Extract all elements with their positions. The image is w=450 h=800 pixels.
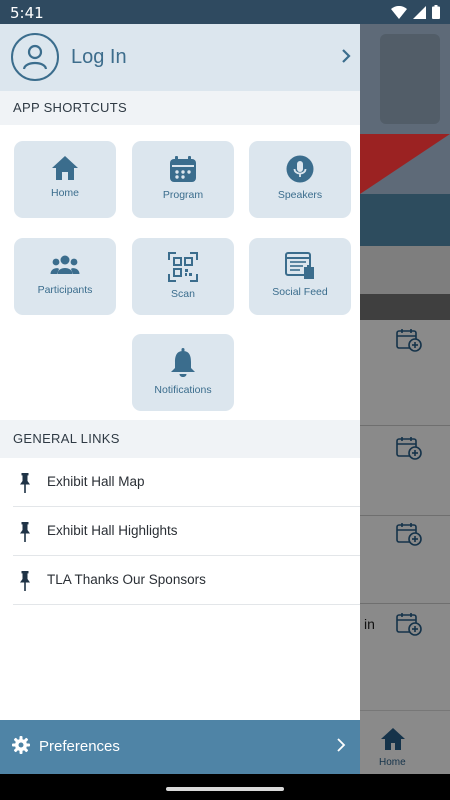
link-exhibit-hall-map[interactable]: Exhibit Hall Map: [13, 458, 360, 507]
shortcut-label: Speakers: [277, 189, 323, 201]
avatar: [11, 33, 59, 81]
social-feed-icon: [285, 252, 314, 279]
battery-icon: [432, 5, 440, 19]
qr-scan-icon: [168, 252, 198, 282]
shortcut-social-feed[interactable]: Social Feed: [249, 238, 351, 315]
background-nav-home-label: Home: [379, 757, 406, 768]
shortcut-label: Participants: [37, 284, 93, 296]
shortcut-notifications[interactable]: Notifications: [132, 334, 234, 411]
link-tla-thanks-sponsors[interactable]: TLA Thanks Our Sponsors: [13, 556, 360, 605]
calendar-icon: [170, 156, 196, 182]
bell-icon: [171, 348, 195, 377]
chevron-right-icon: [342, 49, 351, 63]
chevron-right-icon: [337, 738, 346, 752]
shortcut-home[interactable]: Home: [14, 141, 116, 218]
link-label: Exhibit Hall Highlights: [47, 523, 178, 538]
add-to-calendar-icon: [396, 437, 422, 460]
shortcut-program[interactable]: Program: [132, 141, 234, 218]
general-links-title: GENERAL LINKS: [0, 420, 360, 458]
background-session-row: in: [360, 604, 450, 710]
status-icons: [391, 5, 440, 19]
microphone-icon: [286, 155, 314, 183]
background-session-row: [360, 426, 450, 516]
gear-icon: [12, 736, 30, 754]
pin-icon: [20, 571, 30, 591]
signal-icon: [413, 5, 426, 19]
shortcut-label: Home: [50, 187, 79, 199]
add-to-calendar-icon: [396, 329, 422, 352]
home-icon: [52, 156, 78, 180]
background-session-text: in: [364, 616, 375, 632]
background-session-row: [360, 516, 450, 604]
home-gesture-handle[interactable]: [166, 787, 284, 791]
shortcut-label: Scan: [171, 288, 195, 300]
link-label: TLA Thanks Our Sponsors: [47, 572, 206, 587]
add-to-calendar-icon: [396, 613, 422, 636]
background-session-row: [360, 320, 450, 426]
status-time: 5:41: [10, 4, 44, 22]
user-icon: [22, 44, 48, 70]
background-tab-area: [360, 246, 450, 294]
preferences-button[interactable]: Preferences: [0, 720, 360, 774]
background-bottom-nav: Home: [360, 710, 450, 774]
navigation-drawer: Log In APP SHORTCUTS Home Program Speake…: [0, 24, 360, 774]
preferences-label: Preferences: [39, 738, 120, 755]
shortcut-speakers[interactable]: Speakers: [249, 141, 351, 218]
add-to-calendar-icon: [396, 523, 422, 546]
home-icon: [381, 728, 405, 750]
shortcut-scan[interactable]: Scan: [132, 238, 234, 315]
background-hero-image: [360, 24, 450, 194]
shortcut-participants[interactable]: Participants: [14, 238, 116, 315]
link-label: Exhibit Hall Map: [47, 474, 145, 489]
shortcut-label: Program: [162, 189, 204, 201]
app-shortcuts-title: APP SHORTCUTS: [0, 91, 360, 125]
shortcut-label: Social Feed: [272, 286, 328, 298]
status-bar: 5:41: [0, 0, 450, 24]
pin-icon: [20, 473, 30, 493]
login-label: Log In: [71, 46, 127, 68]
background-header-bar: [360, 194, 450, 246]
wifi-icon: [391, 5, 407, 19]
pin-icon: [20, 522, 30, 542]
shortcut-label: Notifications: [154, 384, 212, 396]
system-navigation-bar: [0, 774, 450, 800]
background-date-bar: [360, 294, 450, 320]
link-exhibit-hall-highlights[interactable]: Exhibit Hall Highlights: [13, 507, 360, 556]
background-app: in Home: [360, 24, 450, 774]
people-icon: [50, 255, 80, 274]
login-header[interactable]: Log In: [0, 24, 360, 91]
